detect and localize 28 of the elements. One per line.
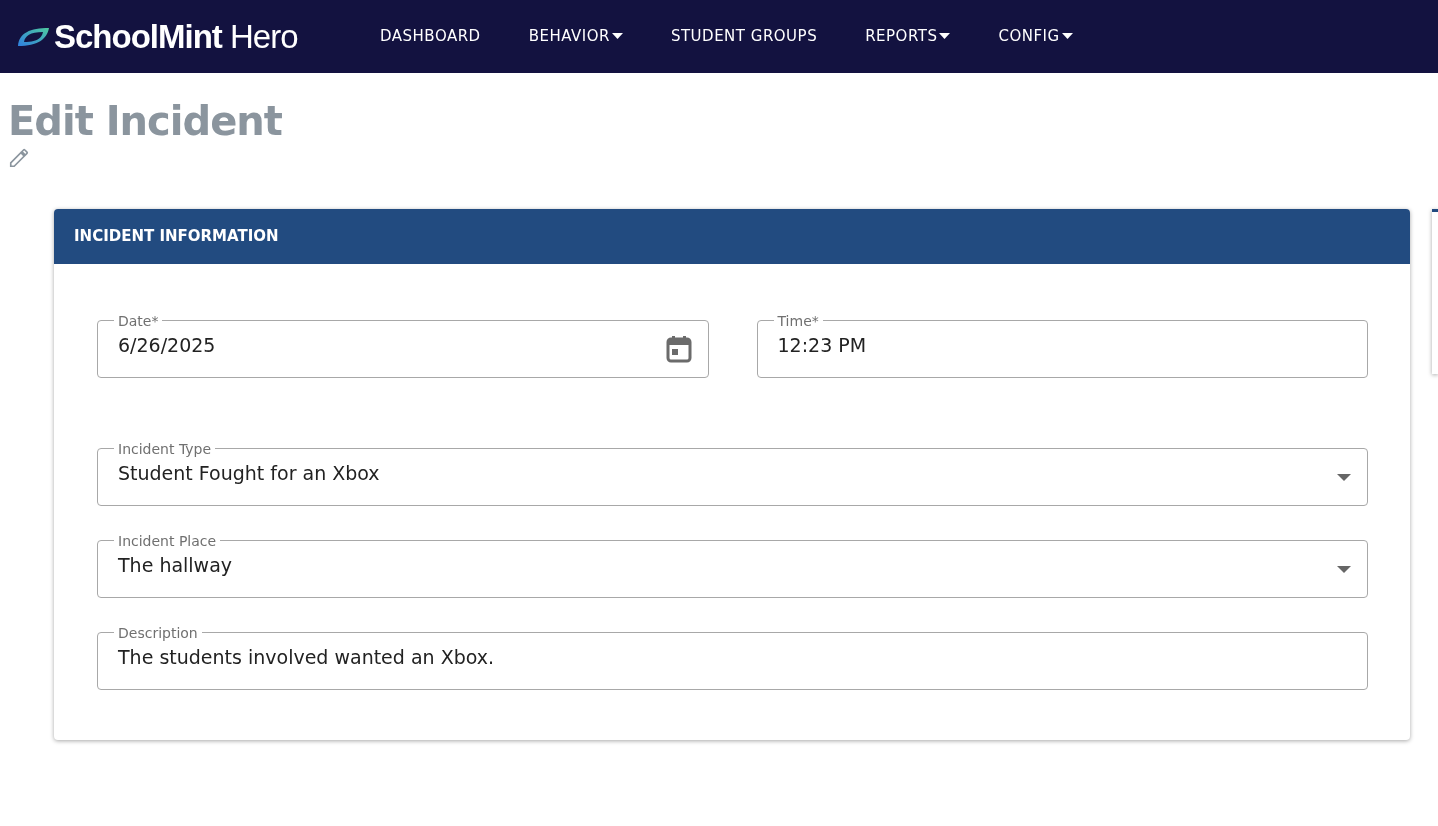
nav-link[interactable]: REPORTS [865,21,951,52]
card-header: INCIDENT INFORMATION [54,209,1410,264]
field-value: The hallway [118,552,234,578]
field-value: 6/26/2025 [118,332,217,358]
dropdown-arrow-icon[interactable] [1337,565,1351,573]
page-title: Edit Incident [8,97,283,145]
brand-logo[interactable]: SchoolMint Hero [54,20,298,53]
input-field[interactable]: Description The students involved wanted an Xbox. [97,625,1368,690]
select-field[interactable]: Incident Place The hallway [97,533,1368,598]
pencil-icon[interactable] [8,146,30,169]
logo-icon [16,26,50,47]
field-label: Time* [776,313,820,328]
input-field[interactable]: Date* 6/26/2025 [97,313,709,378]
field-value: The students involved wanted an Xbox. [118,644,496,670]
input-field[interactable]: Time* 12:23 PM [756,313,1368,378]
nav-link[interactable]: CONFIG [998,21,1073,52]
dropdown-arrow-icon[interactable] [1337,473,1351,481]
nav-link[interactable]: DASHBOARD [380,21,481,52]
nav-link[interactable]: BEHAVIOR [528,21,623,52]
select-field[interactable]: Incident Type Student Fought for an Xbox [97,441,1368,506]
nav-link[interactable]: STUDENT GROUPS [670,21,818,52]
field-value: 12:23 PM [777,332,868,358]
field-label: Incident Place [117,533,218,548]
calendar-icon[interactable] [665,335,692,363]
field-value: Student Fought for an Xbox [118,460,381,486]
field-label: Description [117,625,199,640]
field-label: Date* [117,313,160,328]
field-label: Incident Type [117,441,213,456]
